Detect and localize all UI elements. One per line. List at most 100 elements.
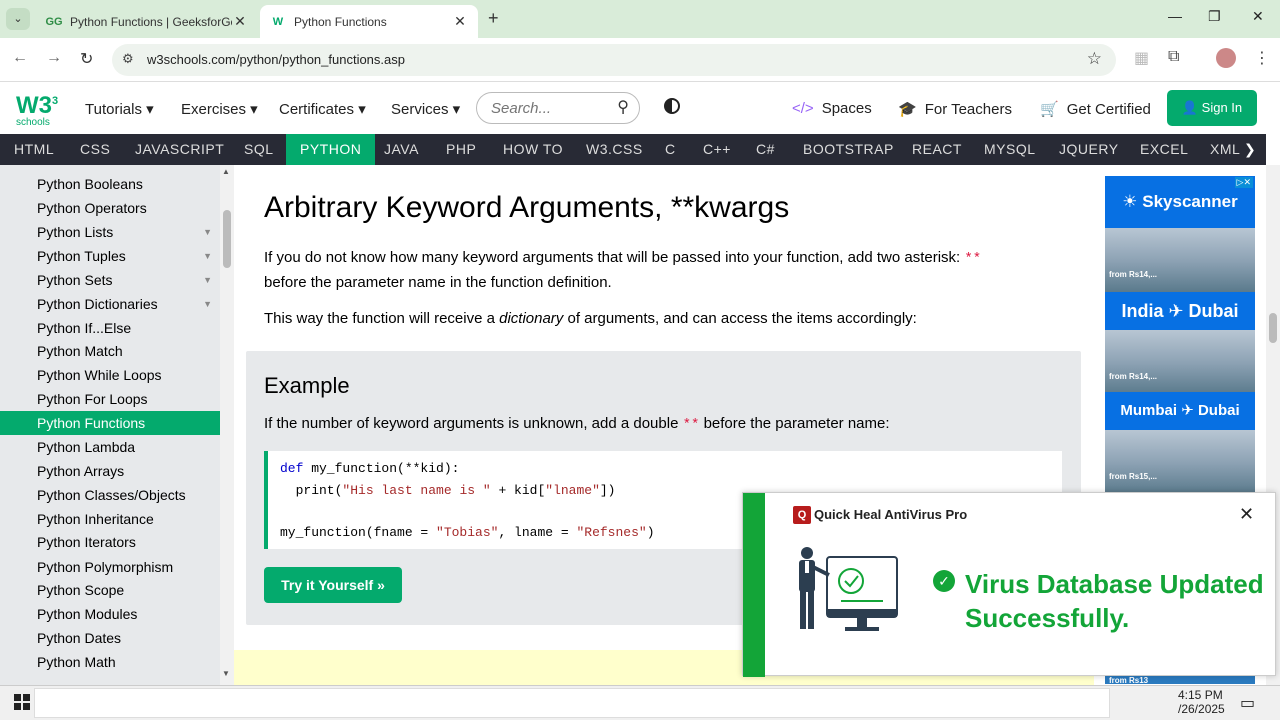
site-info-icon[interactable]: ⚙ (122, 51, 134, 67)
get-certified-link[interactable]: 🛒 Get Certified (1040, 100, 1151, 118)
w3schools-logo[interactable]: W33 schools (16, 90, 58, 130)
chevron-right-icon[interactable]: ❯ (1244, 134, 1256, 165)
example-description: If the number of keyword arguments is un… (264, 415, 890, 433)
notification-center-icon[interactable]: ▭ (1240, 693, 1255, 713)
chevron-down-icon[interactable]: ▼ (203, 244, 212, 268)
search-icon[interactable]: ⚲ (617, 97, 629, 117)
subject-w3css[interactable]: W3.CSS (586, 134, 643, 165)
subject-java[interactable]: JAVA (384, 134, 419, 165)
sidebar-item-classes[interactable]: Python Classes/Objects (0, 483, 220, 507)
graduation-cap-icon: 🎓 (898, 101, 917, 118)
tab-geeksforgeeks[interactable]: GG Python Functions | GeeksforGee ✕ (36, 5, 258, 38)
subject-cpp[interactable]: C++ (703, 134, 731, 165)
taskbar-search-area[interactable] (34, 688, 1110, 718)
menu-services[interactable]: Services ▾ (391, 100, 460, 118)
scrollbar-thumb[interactable] (1269, 313, 1277, 343)
sidebar-item-arrays[interactable]: Python Arrays (0, 459, 220, 483)
back-icon[interactable]: ← (12, 49, 28, 67)
search-input[interactable] (491, 99, 601, 117)
subject-python[interactable]: PYTHON (286, 134, 376, 165)
subject-excel[interactable]: EXCEL (1140, 134, 1188, 165)
tab-w3schools[interactable]: W Python Functions ✕ (260, 5, 478, 38)
sidebar-item-scope[interactable]: Python Scope (0, 578, 220, 602)
subject-c[interactable]: C (665, 134, 676, 165)
sidebar-item-operators[interactable]: Python Operators (0, 196, 220, 220)
chevron-down-icon[interactable]: ▼ (203, 292, 212, 316)
try-it-yourself-button[interactable]: Try it Yourself » (264, 567, 402, 603)
url-text: w3schools.com/python/python_functions.as… (147, 52, 405, 67)
sidebar-item-lists[interactable]: Python Lists ▼ (0, 220, 220, 244)
sidebar-item-lambda[interactable]: Python Lambda (0, 435, 220, 459)
sign-in-button[interactable]: 👤 Sign In (1167, 90, 1257, 126)
subject-sql[interactable]: SQL (244, 134, 274, 165)
forward-icon[interactable]: → (46, 49, 62, 67)
close-tab-icon[interactable]: ✕ (452, 13, 468, 30)
chevron-down-icon[interactable]: ▼ (203, 220, 212, 244)
subject-jquery[interactable]: JQUERY (1059, 134, 1119, 165)
sidebar-item-modules[interactable]: Python Modules (0, 602, 220, 626)
sidebar-item-while-loops[interactable]: Python While Loops (0, 363, 220, 387)
menu-kebab-icon[interactable]: ⋮ (1254, 48, 1270, 68)
popup-message: Virus Database Updated Successfully. (965, 569, 1264, 633)
for-teachers-link[interactable]: 🎓 For Teachers (898, 100, 1012, 118)
scroll-down-icon[interactable]: ▼ (222, 669, 230, 678)
sidebar-item-match[interactable]: Python Match (0, 339, 220, 363)
popup-accent-stripe (743, 493, 765, 677)
subject-html[interactable]: HTML (14, 134, 54, 165)
sidebar-item-booleans[interactable]: Python Booleans (0, 172, 220, 196)
address-bar-row: ← → ↻ ⚙ w3schools.com/python/python_func… (0, 38, 1280, 82)
menu-tutorials[interactable]: Tutorials ▾ (85, 100, 154, 118)
sidebar-item-sets[interactable]: Python Sets ▼ (0, 268, 220, 292)
tab-title: Python Functions | GeeksforGee (70, 14, 232, 29)
url-bar[interactable]: ⚙ w3schools.com/python/python_functions.… (112, 44, 1116, 76)
subject-php[interactable]: PHP (446, 134, 476, 165)
adchoices-icon[interactable]: ▷✕ (1234, 177, 1253, 188)
sidebar-item-functions[interactable]: Python Functions (0, 411, 220, 435)
restore-icon[interactable]: ❐ (1208, 8, 1221, 25)
subject-react[interactable]: REACT (912, 134, 962, 165)
sidebar-item-math[interactable]: Python Math (0, 650, 220, 674)
checkmark-icon: ✓ (933, 570, 955, 592)
extension-icon[interactable]: ▦ (1134, 48, 1149, 68)
user-icon: 👤 (1181, 100, 1202, 115)
subject-javascript[interactable]: JAVASCRIPT (135, 134, 224, 165)
scrollbar-thumb[interactable] (223, 210, 231, 268)
sidebar-item-iterators[interactable]: Python Iterators (0, 530, 220, 554)
bookmark-star-icon[interactable]: ☆ (1087, 49, 1102, 69)
profile-avatar[interactable] (1216, 48, 1236, 68)
antivirus-notification: Q Quick Heal AntiVirus Pro ✕ ✓ Virus Dat… (742, 492, 1276, 677)
sidebar-item-inheritance[interactable]: Python Inheritance (0, 507, 220, 531)
scroll-up-icon[interactable]: ▲ (222, 167, 230, 176)
reload-icon[interactable]: ↻ (80, 49, 93, 69)
ad-brand: ☀ Skyscanner (1105, 176, 1255, 228)
minimize-icon[interactable]: — (1168, 8, 1182, 24)
sidebar-item-polymorphism[interactable]: Python Polymorphism (0, 555, 220, 579)
tab-search-button[interactable]: ⌄ (6, 8, 30, 30)
menu-exercises[interactable]: Exercises ▾ (181, 100, 258, 118)
chevron-down-icon[interactable]: ▼ (203, 268, 212, 292)
subject-bootstrap[interactable]: BOOTSTRAP (803, 134, 894, 165)
subject-csharp[interactable]: C# (756, 134, 775, 165)
windows-start-icon[interactable] (14, 694, 30, 710)
close-icon[interactable]: ✕ (1239, 504, 1254, 525)
subject-nav-bar: HTML CSS JAVASCRIPT SQL PYTHON JAVA PHP … (0, 134, 1266, 165)
subject-css[interactable]: CSS (80, 134, 110, 165)
extensions-puzzle-icon[interactable]: ⧉ (1168, 48, 1179, 66)
subject-xml[interactable]: XML (1210, 134, 1240, 165)
sidebar-item-dates[interactable]: Python Dates (0, 626, 220, 650)
new-tab-icon[interactable]: + (488, 8, 499, 29)
spaces-link[interactable]: </> Spaces (792, 100, 872, 117)
sidebar-item-tuples[interactable]: Python Tuples ▼ (0, 244, 220, 268)
subject-mysql[interactable]: MYSQL (984, 134, 1036, 165)
close-tab-icon[interactable]: ✕ (232, 13, 248, 30)
dark-mode-icon[interactable] (664, 98, 680, 114)
sidebar-item-dictionaries[interactable]: Python Dictionaries ▼ (0, 292, 220, 316)
sidebar-scrollbar[interactable]: ▲ ▼ (220, 165, 234, 685)
sidebar-item-ifelse[interactable]: Python If...Else (0, 316, 220, 340)
quick-heal-logo-icon: Q (793, 506, 811, 524)
subject-howto[interactable]: HOW TO (503, 134, 563, 165)
menu-certificates[interactable]: Certificates ▾ (279, 100, 366, 118)
sidebar-item-for-loops[interactable]: Python For Loops (0, 387, 220, 411)
close-window-icon[interactable]: ✕ (1252, 8, 1264, 25)
system-clock[interactable]: 4:15 PM /26/2025 (1178, 688, 1225, 716)
